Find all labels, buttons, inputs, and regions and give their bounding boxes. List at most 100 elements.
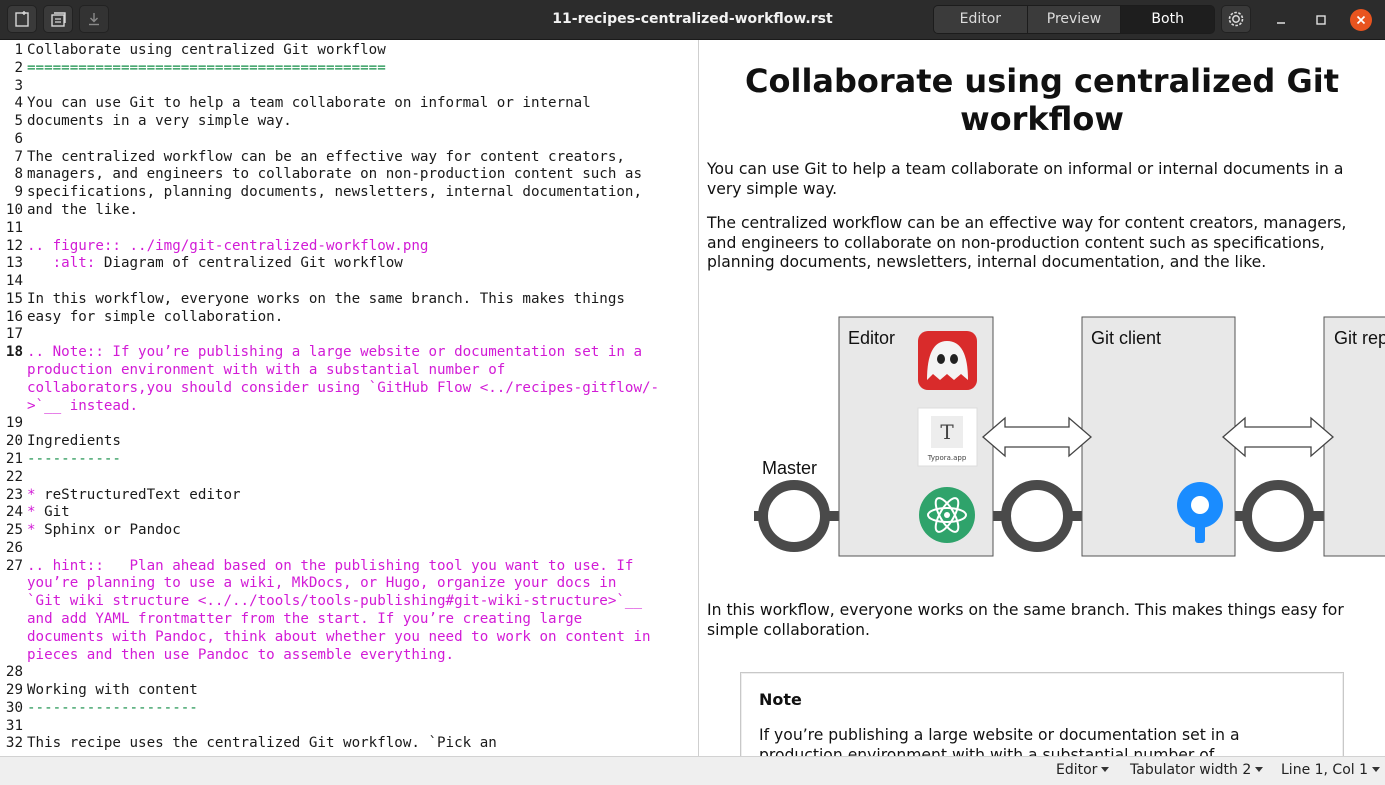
editor-line[interactable]: 1 Collaborate using centralized Git workf… <box>0 41 698 59</box>
line-number: 32 <box>5 735 23 752</box>
line-text: In this workflow, everyone works on the … <box>27 290 625 307</box>
editor-line[interactable]: 12.. figure:: ../img/git-centralized-wor… <box>0 237 698 255</box>
typora-app-icon: T Typora.app <box>917 407 978 467</box>
svg-text:T: T <box>940 420 954 444</box>
editor-line[interactable]: 7 The centralized workflow can be an effe… <box>0 148 698 166</box>
editor-line[interactable]: 9 specifications, planning documents, new… <box>0 183 698 201</box>
editor-line[interactable]: 4 You can use Git to help a team collabor… <box>0 94 698 112</box>
new-document-button[interactable] <box>7 5 37 33</box>
maximize-button[interactable] <box>1310 9 1332 31</box>
line-number: 20 <box>5 433 23 450</box>
line-number: 2 <box>14 59 23 76</box>
editor-line[interactable]: pieces and then use Pandoc to assemble e… <box>0 646 698 664</box>
source-editor[interactable]: 1 Collaborate using centralized Git workf… <box>0 40 699 756</box>
editor-line[interactable]: 2 =======================================… <box>0 59 698 77</box>
editor-line[interactable]: 20 Ingredients <box>0 432 698 450</box>
open-document-button[interactable] <box>43 5 73 33</box>
editor-line[interactable]: 5 documents in a very simple way. <box>0 112 698 130</box>
download-icon <box>89 13 99 26</box>
line-number: 9 <box>14 184 23 201</box>
editor-line[interactable]: 15 In this workflow, everyone works on th… <box>0 290 698 308</box>
both-mode-button[interactable]: Both <box>1121 6 1214 33</box>
editor-line[interactable]: 21 ----------- <box>0 450 698 468</box>
line-text: .. Note:: If you’re publishing a large w… <box>27 344 642 361</box>
line-text: Ingredients <box>27 433 121 450</box>
save-button[interactable] <box>79 5 109 33</box>
chevron-down-icon <box>1372 767 1381 772</box>
line-number: 3 <box>14 77 23 94</box>
line-text: managers, and engineers to collaborate o… <box>27 166 642 183</box>
close-button[interactable] <box>1350 9 1372 31</box>
editor-line[interactable]: 19 <box>0 414 698 432</box>
bullet-text: Git <box>35 504 70 521</box>
line-number: 5 <box>14 113 23 130</box>
settings-button[interactable] <box>1221 5 1251 33</box>
line-number: 17 <box>5 326 23 343</box>
editor-line[interactable]: 22 <box>0 468 698 486</box>
line-number: 13 <box>5 255 23 272</box>
editor-line[interactable]: 6 <box>0 130 698 148</box>
editor-line[interactable]: collaborators,you should consider using … <box>0 379 698 397</box>
editor-line[interactable]: 8 managers, and engineers to collaborate … <box>0 165 698 183</box>
close-icon <box>1356 15 1366 25</box>
editor-line[interactable]: 3 <box>0 77 698 95</box>
line-text: documents in a very simple way. <box>27 113 292 130</box>
editor-line[interactable]: 10 and the like. <box>0 201 698 219</box>
line-text: The centralized workflow can be an effec… <box>27 148 625 165</box>
cursor-position-dropdown[interactable]: Line 1, Col 1 <box>1281 762 1381 778</box>
line-text: >`__ instead. <box>27 397 139 414</box>
editor-line[interactable]: >`__ instead. <box>0 397 698 415</box>
line-text: collaborators,you should consider using … <box>27 379 660 396</box>
line-text: production environment with with a subst… <box>27 362 506 379</box>
editor-line[interactable]: 13 :alt: Diagram of centralized Git work… <box>0 254 698 272</box>
editor-line[interactable]: 16 easy for simple collaboration. <box>0 308 698 326</box>
line-text: `Git wiki structure <../../tools/tools-p… <box>27 593 642 610</box>
preview-heading: Collaborate using centralized Git workfl… <box>745 62 1339 138</box>
line-number: 28 <box>5 664 23 681</box>
line-text: you’re planning to use a wiki, MkDocs, o… <box>27 575 617 592</box>
editor-line[interactable]: 28 <box>0 663 698 681</box>
editor-line[interactable]: 17 <box>0 325 698 343</box>
editor-line[interactable]: 30 -------------------- <box>0 699 698 717</box>
preview-pane: Collaborate using centralized Git workfl… <box>699 40 1385 756</box>
mode-dropdown[interactable]: Editor <box>1056 762 1110 778</box>
gear-icon <box>1228 11 1244 27</box>
git-client-box-label: Git client <box>1091 328 1161 348</box>
bullet-marker: * <box>27 522 36 539</box>
editor-line[interactable]: 32 This recipe uses the centralized Git w… <box>0 734 698 752</box>
commit-node <box>758 480 830 552</box>
line-number: 1 <box>14 42 23 58</box>
directive-option-value: Diagram of centralized Git workflow <box>95 255 403 272</box>
view-mode-switcher: Editor Preview Both <box>933 5 1215 34</box>
editor-line[interactable]: 25 * Sphinx or Pandoc <box>0 521 698 539</box>
editor-line[interactable]: 18.. Note:: If you’re publishing a large… <box>0 343 698 361</box>
preview-mode-button[interactable]: Preview <box>1027 6 1122 33</box>
tab-width-dropdown[interactable]: Tabulator width 2 <box>1130 762 1264 778</box>
editor-line[interactable]: `Git wiki structure <../../tools/tools-p… <box>0 592 698 610</box>
editor-line[interactable]: 29 Working with content <box>0 681 698 699</box>
editor-line[interactable]: and add YAML frontmatter from the start.… <box>0 610 698 628</box>
editor-line[interactable]: 26 <box>0 539 698 557</box>
editor-line[interactable]: 23 * reStructuredText editor <box>0 486 698 504</box>
editor-mode-button[interactable]: Editor <box>934 6 1028 33</box>
line-text: and the like. <box>27 202 139 219</box>
line-number: 16 <box>5 308 23 325</box>
editor-line[interactable]: 27.. hint:: Plan ahead based on the publ… <box>0 557 698 575</box>
line-text: Working with content <box>27 682 198 699</box>
editor-line[interactable]: 14 <box>0 272 698 290</box>
editor-line[interactable]: you’re planning to use a wiki, MkDocs, o… <box>0 574 698 592</box>
editor-line[interactable]: 11 <box>0 219 698 237</box>
editor-line[interactable]: production environment with with a subst… <box>0 361 698 379</box>
editor-line[interactable]: 24 * Git <box>0 503 698 521</box>
editor-line[interactable]: 31 <box>0 717 698 735</box>
line-number: 26 <box>5 539 23 556</box>
line-number: 25 <box>5 522 23 539</box>
editor-line[interactable]: documents with Pandoc, think about wheth… <box>0 628 698 646</box>
preview-paragraph-workflow: The centralized workflow can be an effec… <box>707 214 1347 271</box>
line-number: 31 <box>5 717 23 734</box>
line-number: 19 <box>5 415 23 432</box>
line-text: ========================================… <box>27 59 386 76</box>
minimize-button[interactable] <box>1270 9 1292 31</box>
minimize-icon <box>1277 22 1285 24</box>
line-number: 18 <box>5 344 23 361</box>
